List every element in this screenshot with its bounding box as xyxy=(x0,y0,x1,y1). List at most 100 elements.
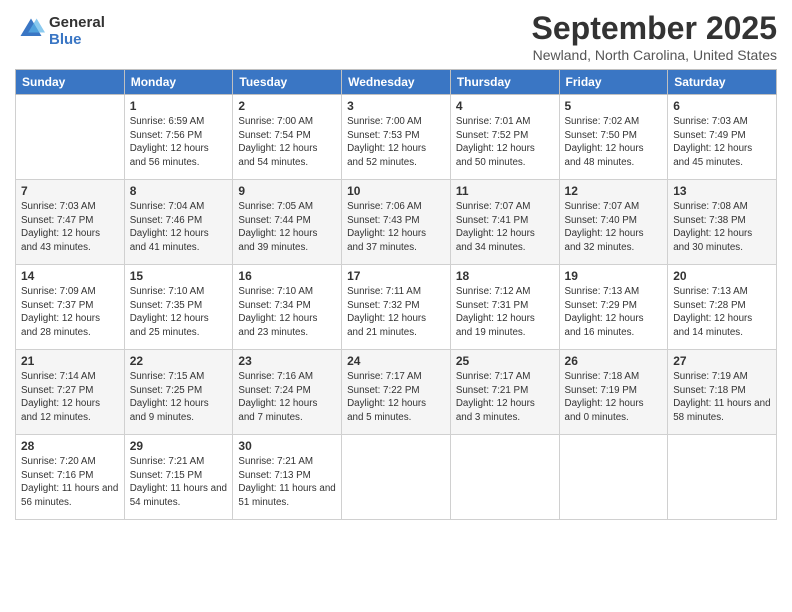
calendar-cell: 30 Sunrise: 7:21 AM Sunset: 7:13 PM Dayli… xyxy=(233,435,342,520)
cell-sun-info: Sunrise: 7:03 AM Sunset: 7:47 PM Dayligh… xyxy=(21,200,119,255)
calendar-cell: 17 Sunrise: 7:11 AM Sunset: 7:32 PM Dayli… xyxy=(342,265,451,350)
cell-sun-info: Sunrise: 7:18 AM Sunset: 7:19 PM Dayligh… xyxy=(565,370,663,425)
day-number: 8 xyxy=(130,184,228,198)
day-number: 24 xyxy=(347,354,445,368)
day-number: 4 xyxy=(456,99,554,113)
calendar-header: SundayMondayTuesdayWednesdayThursdayFrid… xyxy=(16,70,777,95)
calendar-cell: 29 Sunrise: 7:21 AM Sunset: 7:15 PM Dayli… xyxy=(124,435,233,520)
day-number: 5 xyxy=(565,99,663,113)
cell-sun-info: Sunrise: 7:03 AM Sunset: 7:49 PM Dayligh… xyxy=(673,115,771,170)
cell-sun-info: Sunrise: 7:13 AM Sunset: 7:29 PM Dayligh… xyxy=(565,285,663,340)
day-number: 3 xyxy=(347,99,445,113)
weekday-header: Friday xyxy=(559,70,668,95)
cell-sun-info: Sunrise: 7:12 AM Sunset: 7:31 PM Dayligh… xyxy=(456,285,554,340)
weekday-header: Thursday xyxy=(450,70,559,95)
day-number: 23 xyxy=(238,354,336,368)
cell-sun-info: Sunrise: 6:59 AM Sunset: 7:56 PM Dayligh… xyxy=(130,115,228,170)
calendar-body: 1 Sunrise: 6:59 AM Sunset: 7:56 PM Daylig… xyxy=(16,95,777,520)
day-number: 6 xyxy=(673,99,771,113)
day-number: 25 xyxy=(456,354,554,368)
cell-sun-info: Sunrise: 7:09 AM Sunset: 7:37 PM Dayligh… xyxy=(21,285,119,340)
day-number: 22 xyxy=(130,354,228,368)
calendar-cell: 18 Sunrise: 7:12 AM Sunset: 7:31 PM Dayli… xyxy=(450,265,559,350)
day-number: 19 xyxy=(565,269,663,283)
day-number: 30 xyxy=(238,439,336,453)
calendar-cell: 1 Sunrise: 6:59 AM Sunset: 7:56 PM Daylig… xyxy=(124,95,233,180)
title-area: September 2025 Newland, North Carolina, … xyxy=(532,10,777,63)
calendar-cell: 7 Sunrise: 7:03 AM Sunset: 7:47 PM Daylig… xyxy=(16,180,125,265)
cell-sun-info: Sunrise: 7:01 AM Sunset: 7:52 PM Dayligh… xyxy=(456,115,554,170)
month-title: September 2025 xyxy=(532,10,777,47)
logo: General Blue xyxy=(15,14,105,48)
day-number: 26 xyxy=(565,354,663,368)
calendar-cell: 12Sunrise: 7:07 AM Sunset: 7:40 PM Dayli… xyxy=(559,180,668,265)
calendar-cell: 2 Sunrise: 7:00 AM Sunset: 7:54 PM Daylig… xyxy=(233,95,342,180)
calendar-cell: 9 Sunrise: 7:05 AM Sunset: 7:44 PM Daylig… xyxy=(233,180,342,265)
cell-sun-info: Sunrise: 7:06 AM Sunset: 7:43 PM Dayligh… xyxy=(347,200,445,255)
calendar-cell: 26 Sunrise: 7:18 AM Sunset: 7:19 PM Dayli… xyxy=(559,350,668,435)
day-number: 17 xyxy=(347,269,445,283)
calendar-cell: 25 Sunrise: 7:17 AM Sunset: 7:21 PM Dayli… xyxy=(450,350,559,435)
day-number: 27 xyxy=(673,354,771,368)
calendar-cell: 6 Sunrise: 7:03 AM Sunset: 7:49 PM Daylig… xyxy=(668,95,777,180)
calendar-cell: 13 Sunrise: 7:08 AM Sunset: 7:38 PM Dayli… xyxy=(668,180,777,265)
calendar-cell xyxy=(559,435,668,520)
cell-sun-info: Sunrise: 7:00 AM Sunset: 7:54 PM Dayligh… xyxy=(238,115,336,170)
day-number: 13 xyxy=(673,184,771,198)
calendar-cell: 22Sunrise: 7:15 AM Sunset: 7:25 PM Dayli… xyxy=(124,350,233,435)
day-number: 11 xyxy=(456,184,554,198)
cell-sun-info: Sunrise: 7:00 AM Sunset: 7:53 PM Dayligh… xyxy=(347,115,445,170)
calendar-cell: 11 Sunrise: 7:07 AM Sunset: 7:41 PM Dayli… xyxy=(450,180,559,265)
calendar-cell: 10 Sunrise: 7:06 AM Sunset: 7:43 PM Dayli… xyxy=(342,180,451,265)
calendar-cell xyxy=(342,435,451,520)
cell-sun-info: Sunrise: 7:16 AM Sunset: 7:24 PM Dayligh… xyxy=(238,370,336,425)
calendar-cell: 3 Sunrise: 7:00 AM Sunset: 7:53 PM Daylig… xyxy=(342,95,451,180)
calendar-cell: 23 Sunrise: 7:16 AM Sunset: 7:24 PM Dayli… xyxy=(233,350,342,435)
weekday-header: Sunday xyxy=(16,70,125,95)
calendar-cell: 15 Sunrise: 7:10 AM Sunset: 7:35 PM Dayli… xyxy=(124,265,233,350)
cell-sun-info: Sunrise: 7:14 AM Sunset: 7:27 PM Dayligh… xyxy=(21,370,119,425)
day-number: 10 xyxy=(347,184,445,198)
calendar-cell xyxy=(16,95,125,180)
logo-line1: General xyxy=(49,14,105,31)
weekday-header: Saturday xyxy=(668,70,777,95)
calendar-cell: 14 Sunrise: 7:09 AM Sunset: 7:37 PM Dayli… xyxy=(16,265,125,350)
calendar-cell: 4 Sunrise: 7:01 AM Sunset: 7:52 PM Daylig… xyxy=(450,95,559,180)
cell-sun-info: Sunrise: 7:04 AM Sunset: 7:46 PM Dayligh… xyxy=(130,200,228,255)
cell-sun-info: Sunrise: 7:21 AM Sunset: 7:13 PM Dayligh… xyxy=(238,455,336,510)
day-number: 16 xyxy=(238,269,336,283)
calendar-table: SundayMondayTuesdayWednesdayThursdayFrid… xyxy=(15,69,777,520)
day-number: 20 xyxy=(673,269,771,283)
calendar-cell: 21Sunrise: 7:14 AM Sunset: 7:27 PM Dayli… xyxy=(16,350,125,435)
day-number: 29 xyxy=(130,439,228,453)
calendar-cell: 19 Sunrise: 7:13 AM Sunset: 7:29 PM Dayli… xyxy=(559,265,668,350)
cell-sun-info: Sunrise: 7:17 AM Sunset: 7:21 PM Dayligh… xyxy=(456,370,554,425)
day-number: 14 xyxy=(21,269,119,283)
cell-sun-info: Sunrise: 7:13 AM Sunset: 7:28 PM Dayligh… xyxy=(673,285,771,340)
calendar-cell: 27Sunrise: 7:19 AM Sunset: 7:18 PM Dayli… xyxy=(668,350,777,435)
cell-sun-info: Sunrise: 7:07 AM Sunset: 7:41 PM Dayligh… xyxy=(456,200,554,255)
cell-sun-info: Sunrise: 7:08 AM Sunset: 7:38 PM Dayligh… xyxy=(673,200,771,255)
calendar-cell xyxy=(668,435,777,520)
day-number: 9 xyxy=(238,184,336,198)
calendar-cell: 8 Sunrise: 7:04 AM Sunset: 7:46 PM Daylig… xyxy=(124,180,233,265)
cell-sun-info: Sunrise: 7:05 AM Sunset: 7:44 PM Dayligh… xyxy=(238,200,336,255)
day-number: 2 xyxy=(238,99,336,113)
day-number: 18 xyxy=(456,269,554,283)
cell-sun-info: Sunrise: 7:10 AM Sunset: 7:35 PM Dayligh… xyxy=(130,285,228,340)
location: Newland, North Carolina, United States xyxy=(532,47,777,63)
page-header: General Blue September 2025 Newland, Nor… xyxy=(15,10,777,63)
cell-sun-info: Sunrise: 7:11 AM Sunset: 7:32 PM Dayligh… xyxy=(347,285,445,340)
calendar-cell: 16Sunrise: 7:10 AM Sunset: 7:34 PM Dayli… xyxy=(233,265,342,350)
weekday-header: Tuesday xyxy=(233,70,342,95)
calendar-cell: 20 Sunrise: 7:13 AM Sunset: 7:28 PM Dayli… xyxy=(668,265,777,350)
calendar-cell xyxy=(450,435,559,520)
cell-sun-info: Sunrise: 7:20 AM Sunset: 7:16 PM Dayligh… xyxy=(21,455,119,510)
calendar-cell: 5Sunrise: 7:02 AM Sunset: 7:50 PM Daylig… xyxy=(559,95,668,180)
cell-sun-info: Sunrise: 7:21 AM Sunset: 7:15 PM Dayligh… xyxy=(130,455,228,510)
day-number: 15 xyxy=(130,269,228,283)
day-number: 1 xyxy=(130,99,228,113)
calendar-cell: 28 Sunrise: 7:20 AM Sunset: 7:16 PM Dayli… xyxy=(16,435,125,520)
day-number: 7 xyxy=(21,184,119,198)
day-number: 28 xyxy=(21,439,119,453)
